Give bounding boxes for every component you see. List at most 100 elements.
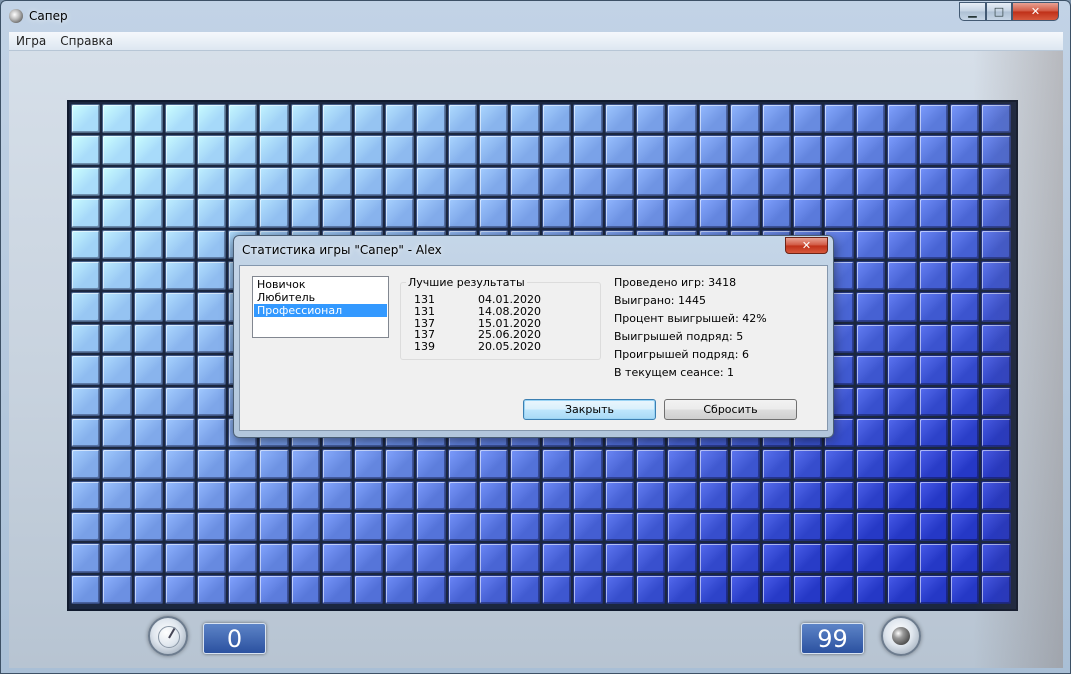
mine-cell[interactable] [165, 574, 195, 605]
mine-cell[interactable] [384, 135, 415, 165]
mine-cell[interactable] [918, 449, 948, 479]
title-bar[interactable]: Сапер [1, 1, 1070, 31]
mine-cell[interactable] [573, 512, 603, 542]
mine-cell[interactable] [698, 574, 729, 605]
mine-cell[interactable] [824, 574, 854, 605]
mine-cell[interactable] [949, 198, 980, 228]
mine-cell[interactable] [133, 229, 164, 259]
mine-cell[interactable] [353, 574, 383, 605]
mine-cell[interactable] [918, 543, 948, 573]
mine-cell[interactable] [196, 355, 226, 385]
mine-cell[interactable] [541, 512, 572, 542]
mine-cell[interactable] [981, 166, 1011, 197]
mine-cell[interactable] [887, 260, 917, 291]
mine-cell[interactable] [604, 166, 635, 197]
mine-cell[interactable] [102, 543, 132, 573]
mine-cell[interactable] [133, 260, 164, 291]
mine-cell[interactable] [447, 543, 478, 573]
mine-cell[interactable] [196, 135, 226, 165]
mine-cell[interactable] [102, 229, 132, 259]
mine-cell[interactable] [102, 417, 132, 448]
mine-cell[interactable] [604, 574, 635, 605]
mine-cell[interactable] [290, 480, 321, 511]
mine-cell[interactable] [133, 323, 164, 354]
mine-cell[interactable] [981, 512, 1011, 542]
mine-cell[interactable] [510, 480, 540, 511]
mine-cell[interactable] [792, 449, 823, 479]
mine-cell[interactable] [510, 574, 540, 605]
mine-cell[interactable] [887, 229, 917, 259]
mine-cell[interactable] [855, 512, 886, 542]
mine-cell[interactable] [165, 135, 195, 165]
mine-cell[interactable] [887, 198, 917, 228]
mine-cell[interactable] [322, 512, 352, 542]
mine-cell[interactable] [949, 386, 980, 416]
mine-cell[interactable] [918, 323, 948, 354]
mine-cell[interactable] [730, 480, 760, 511]
mine-cell[interactable] [479, 166, 509, 197]
mine-cell[interactable] [71, 292, 101, 322]
mine-cell[interactable] [165, 292, 195, 322]
mine-cell[interactable] [636, 166, 666, 197]
mine-cell[interactable] [949, 135, 980, 165]
mine-cell[interactable] [887, 386, 917, 416]
mine-cell[interactable] [165, 260, 195, 291]
mine-cell[interactable] [541, 543, 572, 573]
mine-cell[interactable] [510, 449, 540, 479]
mine-cell[interactable] [918, 104, 948, 134]
mine-cell[interactable] [479, 198, 509, 228]
mine-cell[interactable] [981, 574, 1011, 605]
mine-cell[interactable] [71, 574, 101, 605]
mine-cell[interactable] [792, 104, 823, 134]
mine-cell[interactable] [227, 574, 258, 605]
mine-cell[interactable] [887, 104, 917, 134]
mine-cell[interactable] [322, 574, 352, 605]
mine-cell[interactable] [71, 198, 101, 228]
mine-cell[interactable] [133, 512, 164, 542]
mine-cell[interactable] [322, 135, 352, 165]
mine-cell[interactable] [102, 355, 132, 385]
mine-cell[interactable] [636, 574, 666, 605]
mine-cell[interactable] [792, 574, 823, 605]
mine-cell[interactable] [447, 135, 478, 165]
mine-cell[interactable] [855, 166, 886, 197]
mine-cell[interactable] [259, 449, 289, 479]
mine-cell[interactable] [447, 198, 478, 228]
mine-cell[interactable] [479, 574, 509, 605]
mine-cell[interactable] [102, 512, 132, 542]
mine-cell[interactable] [730, 543, 760, 573]
mine-cell[interactable] [196, 260, 226, 291]
mine-cell[interactable] [730, 449, 760, 479]
mine-cell[interactable] [196, 574, 226, 605]
mine-cell[interactable] [133, 166, 164, 197]
mine-cell[interactable] [71, 512, 101, 542]
mine-cell[interactable] [102, 292, 132, 322]
mine-cell[interactable] [949, 323, 980, 354]
mine-cell[interactable] [259, 135, 289, 165]
mine-cell[interactable] [71, 135, 101, 165]
mine-cell[interactable] [855, 574, 886, 605]
mine-cell[interactable] [510, 198, 540, 228]
mine-cell[interactable] [196, 449, 226, 479]
mine-cell[interactable] [102, 449, 132, 479]
difficulty-list[interactable]: Новичок Любитель Профессионал [252, 276, 389, 338]
mine-cell[interactable] [918, 260, 948, 291]
mine-cell[interactable] [196, 512, 226, 542]
mine-cell[interactable] [887, 292, 917, 322]
mine-cell[interactable] [949, 260, 980, 291]
mine-cell[interactable] [102, 480, 132, 511]
maximize-button[interactable]: □ [986, 2, 1012, 21]
mine-cell[interactable] [761, 449, 791, 479]
mine-cell[interactable] [384, 574, 415, 605]
mine-cell[interactable] [981, 323, 1011, 354]
mine-cell[interactable] [510, 512, 540, 542]
mine-cell[interactable] [196, 480, 226, 511]
mine-cell[interactable] [636, 449, 666, 479]
mine-cell[interactable] [227, 198, 258, 228]
menu-game[interactable]: Игра [9, 34, 53, 48]
mine-cell[interactable] [416, 135, 446, 165]
mine-cell[interactable] [196, 166, 226, 197]
mine-cell[interactable] [165, 198, 195, 228]
mine-cell[interactable] [698, 166, 729, 197]
mine-cell[interactable] [541, 198, 572, 228]
